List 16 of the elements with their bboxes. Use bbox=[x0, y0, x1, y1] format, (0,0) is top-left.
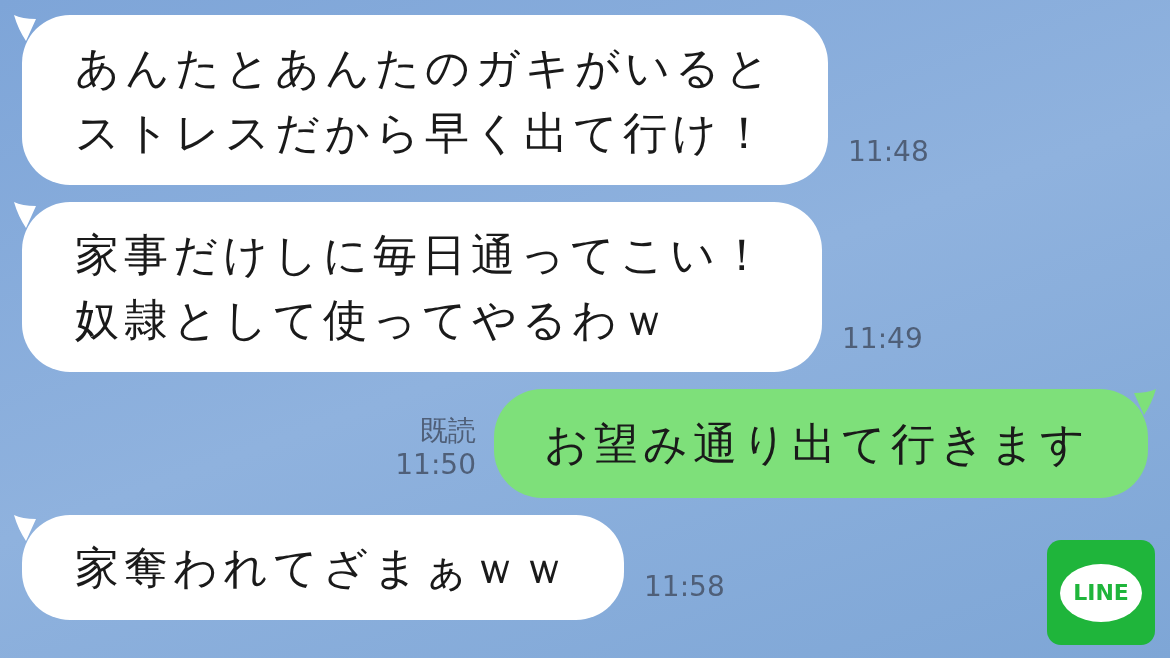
message-time: 11:58 bbox=[644, 570, 725, 604]
app-logo: LINE bbox=[1047, 540, 1155, 645]
bubble-tail bbox=[14, 15, 36, 41]
read-receipt: 既読 bbox=[420, 414, 476, 448]
message-time: 11:50 bbox=[395, 448, 476, 482]
message-text: ストレスだから早く出て行け！ bbox=[75, 106, 772, 160]
message-text: あんたとあんたのガキがいると bbox=[75, 41, 775, 95]
bubble-tail bbox=[14, 202, 36, 228]
message-time: 11:48 bbox=[848, 135, 929, 169]
message-text: 家奪われてざまぁｗｗ bbox=[75, 541, 571, 595]
message-text: 家事だけしに毎日通ってこい！ bbox=[75, 228, 769, 282]
message-text: 奴隷として使ってやるわｗ bbox=[75, 293, 672, 347]
bubble-tail bbox=[14, 515, 36, 541]
message-text: お望み通り出て行きます bbox=[544, 417, 1090, 471]
message-time: 11:49 bbox=[842, 322, 923, 356]
bubble-tail bbox=[1134, 389, 1156, 415]
